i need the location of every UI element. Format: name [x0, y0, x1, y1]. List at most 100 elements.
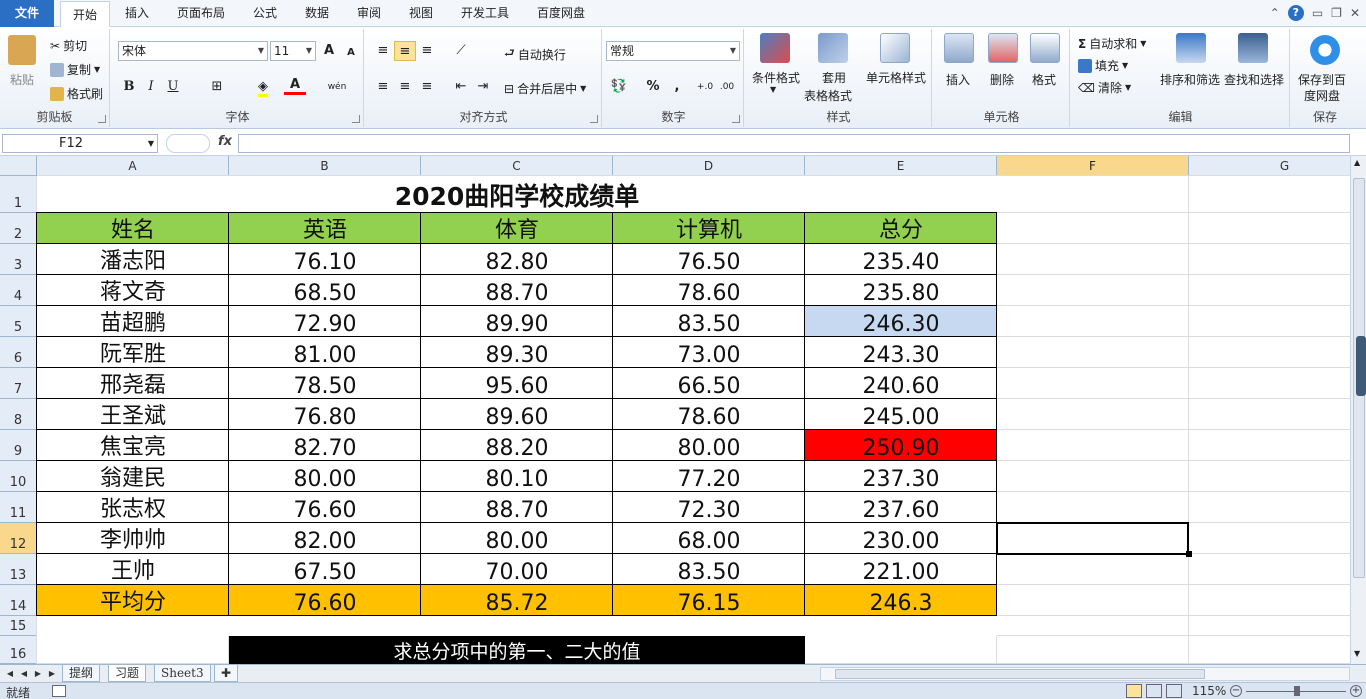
- name-cell[interactable]: 张志权: [37, 492, 229, 523]
- merge-center-button[interactable]: ⊟ 合并后居中 ▼: [504, 80, 586, 97]
- comma-button[interactable]: ,: [666, 77, 688, 97]
- column-header-D[interactable]: D: [613, 156, 805, 176]
- delete-cells-button[interactable]: 删除: [990, 71, 1014, 88]
- score-cell[interactable]: 73.00: [613, 337, 805, 368]
- insert-function-icon[interactable]: fx: [218, 134, 232, 149]
- font-size-combo[interactable]: 11 ▼: [270, 41, 316, 61]
- name-cell[interactable]: 潘志阳: [37, 244, 229, 275]
- tab-baidu-netdisk[interactable]: 百度网盘: [528, 0, 594, 27]
- score-cell[interactable]: 78.50: [229, 368, 421, 399]
- column-header-B[interactable]: B: [229, 156, 421, 176]
- name-cell[interactable]: 阮军胜: [37, 337, 229, 368]
- tab-developer[interactable]: 开发工具: [452, 0, 518, 27]
- tab-home[interactable]: 开始: [60, 1, 110, 28]
- conditional-format-icon[interactable]: [760, 33, 790, 63]
- row-header-1[interactable]: 1: [0, 176, 37, 213]
- horizontal-scroll-thumb[interactable]: [835, 669, 1205, 679]
- header-cell[interactable]: 总分: [805, 213, 997, 244]
- baidu-cloud-icon[interactable]: [1310, 35, 1340, 65]
- sheet-title[interactable]: 2020曲阳学校成绩单: [37, 176, 997, 213]
- average-cell[interactable]: 平均分: [37, 585, 229, 616]
- zoom-level[interactable]: 115%: [1192, 684, 1226, 698]
- vertical-scrollbar[interactable]: ▲ ▼: [1350, 156, 1366, 664]
- border-button[interactable]: ⊞: [206, 77, 228, 97]
- align-left-button[interactable]: ≡: [372, 77, 394, 97]
- align-bottom-button[interactable]: ≡: [416, 41, 438, 61]
- header-cell[interactable]: 姓名: [37, 213, 229, 244]
- zoom-out-icon[interactable]: −: [1230, 685, 1242, 697]
- macro-record-icon[interactable]: [52, 685, 66, 697]
- row-header-8[interactable]: 8: [0, 399, 37, 430]
- score-cell[interactable]: 80.00: [613, 430, 805, 461]
- format-painter-button[interactable]: 格式刷: [50, 85, 103, 102]
- format-as-table-label-2[interactable]: 表格格式: [804, 87, 852, 104]
- score-cell[interactable]: 68.00: [613, 523, 805, 554]
- score-cell[interactable]: 246.30: [805, 306, 997, 337]
- score-cell[interactable]: 237.60: [805, 492, 997, 523]
- score-cell[interactable]: 221.00: [805, 554, 997, 585]
- column-header-C[interactable]: C: [421, 156, 613, 176]
- tab-view[interactable]: 视图: [400, 0, 442, 27]
- save-to-baidu-line1[interactable]: 保存到百: [1298, 71, 1346, 88]
- font-launcher-icon[interactable]: [352, 115, 360, 123]
- cut-button[interactable]: ✂ 剪切: [50, 37, 87, 54]
- clipboard-launcher-icon[interactable]: [98, 115, 106, 123]
- decrease-indent-button[interactable]: ⇤: [450, 77, 472, 97]
- note-banner[interactable]: 求总分项中的第一、二大的值: [229, 636, 805, 664]
- zoom-in-icon[interactable]: +: [1350, 685, 1362, 697]
- score-cell[interactable]: 89.60: [421, 399, 613, 430]
- shrink-font-button[interactable]: A: [340, 43, 362, 63]
- score-cell[interactable]: 82.80: [421, 244, 613, 275]
- score-cell[interactable]: 88.70: [421, 492, 613, 523]
- insert-cells-icon[interactable]: [944, 33, 974, 63]
- row-header-5[interactable]: 5: [0, 306, 37, 337]
- average-cell[interactable]: 246.3: [805, 585, 997, 616]
- row-header-16[interactable]: 16: [0, 636, 37, 664]
- header-cell[interactable]: 英语: [229, 213, 421, 244]
- score-cell[interactable]: 250.90: [805, 430, 997, 461]
- sheet-tab-exercise[interactable]: 习题: [108, 665, 147, 682]
- score-cell[interactable]: 235.80: [805, 275, 997, 306]
- column-header-A[interactable]: A: [37, 156, 229, 176]
- score-cell[interactable]: 82.70: [229, 430, 421, 461]
- last-sheet-icon[interactable]: ▶: [46, 665, 58, 682]
- page-layout-view-icon[interactable]: [1146, 684, 1162, 698]
- next-sheet-icon[interactable]: ▶: [32, 665, 44, 682]
- score-cell[interactable]: 80.10: [421, 461, 613, 492]
- score-cell[interactable]: 235.40: [805, 244, 997, 275]
- score-cell[interactable]: 95.60: [421, 368, 613, 399]
- insert-cells-button[interactable]: 插入: [946, 71, 970, 88]
- prev-sheet-icon[interactable]: ◀: [18, 665, 30, 682]
- format-cells-button[interactable]: 格式: [1032, 71, 1056, 88]
- score-cell[interactable]: 237.30: [805, 461, 997, 492]
- sort-filter-icon[interactable]: [1176, 33, 1206, 63]
- italic-button[interactable]: I: [140, 77, 162, 97]
- percent-button[interactable]: %: [642, 77, 664, 97]
- name-cell[interactable]: 王圣斌: [37, 399, 229, 430]
- format-as-table-icon[interactable]: [818, 33, 848, 63]
- score-cell[interactable]: 80.00: [421, 523, 613, 554]
- page-break-view-icon[interactable]: [1166, 684, 1182, 698]
- tab-data[interactable]: 数据: [296, 0, 338, 27]
- worksheet-grid[interactable]: ABCDEFG 1 2 3 4 5 6 7 8 9 10 11 12 13 14 15 16 2020曲阳学校…: [0, 156, 1350, 664]
- score-cell[interactable]: 89.90: [421, 306, 613, 337]
- format-cells-icon[interactable]: [1030, 33, 1060, 63]
- find-select-button[interactable]: 查找和选择: [1224, 71, 1284, 88]
- score-cell[interactable]: 78.60: [613, 399, 805, 430]
- row-header-6[interactable]: 6: [0, 337, 37, 368]
- column-header-F[interactable]: F: [997, 156, 1189, 176]
- row-header-2[interactable]: 2: [0, 213, 37, 244]
- align-center-button[interactable]: ≡: [394, 77, 416, 97]
- number-launcher-icon[interactable]: [732, 115, 740, 123]
- currency-button[interactable]: 💱: [608, 77, 630, 97]
- average-cell[interactable]: 85.72: [421, 585, 613, 616]
- column-header-E[interactable]: E: [805, 156, 997, 176]
- increase-indent-button[interactable]: ⇥: [472, 77, 494, 97]
- save-to-baidu-line2[interactable]: 度网盘: [1304, 87, 1340, 104]
- sheet-tab-sheet3[interactable]: Sheet3: [154, 665, 211, 682]
- tab-formulas[interactable]: 公式: [244, 0, 286, 27]
- header-cell[interactable]: 计算机: [613, 213, 805, 244]
- tab-review[interactable]: 审阅: [348, 0, 390, 27]
- score-cell[interactable]: 81.00: [229, 337, 421, 368]
- score-cell[interactable]: 78.60: [613, 275, 805, 306]
